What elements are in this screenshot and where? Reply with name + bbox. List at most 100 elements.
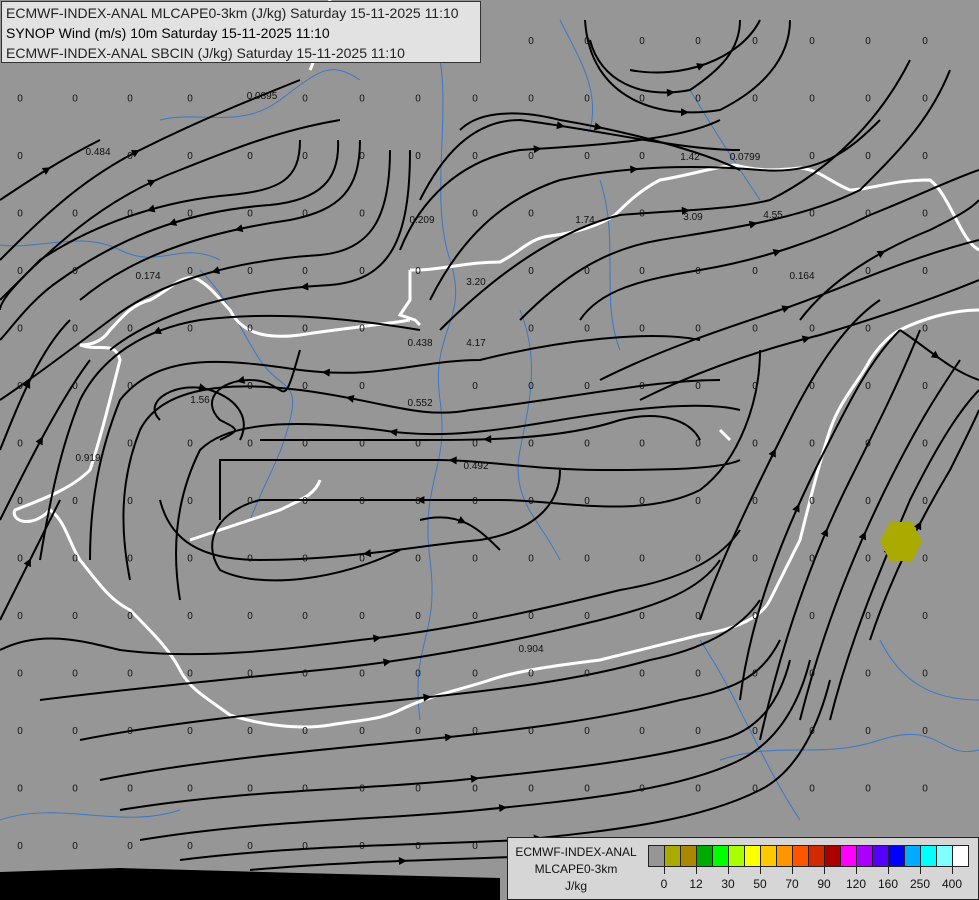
legend-tick-label: 50	[753, 877, 767, 891]
legend-tick-mark	[920, 867, 921, 874]
cin-zero-label: 0	[302, 439, 308, 450]
cin-zero-label: 0	[639, 324, 645, 335]
wind-arrow-icon	[498, 804, 508, 813]
cin-zero-label: 0	[865, 151, 871, 162]
cin-zero-label: 0	[865, 611, 871, 622]
cin-zero-label: 0	[865, 726, 871, 737]
cin-zero-label: 0	[247, 784, 253, 795]
cin-zero-label: 0	[359, 209, 365, 220]
cin-zero-label: 0	[528, 381, 534, 392]
cin-zero-label: 0	[247, 841, 253, 852]
cin-zero-label: 0	[922, 209, 928, 220]
cin-zero-label: 0	[187, 209, 193, 220]
cin-zero-label: 0	[584, 381, 590, 392]
streamline	[260, 415, 701, 442]
cin-zero-label: 0	[865, 381, 871, 392]
legend-swatch	[857, 846, 873, 866]
cin-zero-label: 0	[922, 36, 928, 47]
cin-zero-label: 0	[472, 151, 478, 162]
cin-zero-label: 0	[922, 726, 928, 737]
cin-zero-label: 0	[695, 94, 701, 105]
streamline	[739, 329, 901, 701]
cin-zero-label: 0	[752, 554, 758, 565]
cin-zero-label: 0	[584, 266, 590, 277]
cin-zero-label: 0	[922, 439, 928, 450]
cin-zero-label: 0	[584, 151, 590, 162]
cin-zero-label: 0	[72, 611, 78, 622]
cin-zero-label: 0	[302, 726, 308, 737]
cin-zero-label: 0	[359, 669, 365, 680]
streamline	[799, 199, 979, 321]
cin-zero-label: 0	[359, 496, 365, 507]
cin-zero-label: 0	[752, 381, 758, 392]
cin-zero-label: 0	[809, 94, 815, 105]
cin-zero-label: 0	[695, 324, 701, 335]
cin-zero-label: 0	[127, 324, 133, 335]
cin-zero-label: 0	[922, 266, 928, 277]
cin-zero-label: 0	[472, 94, 478, 105]
wind-arrow-icon	[321, 368, 330, 377]
cin-zero-label: 0	[809, 669, 815, 680]
cin-zero-label: 0	[187, 726, 193, 737]
cin-zero-label: 0	[359, 611, 365, 622]
streamline	[589, 19, 741, 94]
wind-arrow-icon	[444, 733, 454, 742]
cin-zero-label: 0	[302, 266, 308, 277]
color-legend: ECMWF-INDEX-ANAL MLCAPE0-3km J/kg 0 12 30 5…	[507, 837, 979, 900]
cin-zero-label: 0	[127, 209, 133, 220]
cin-zero-label: 0	[528, 669, 534, 680]
cin-zero-label: 0	[865, 324, 871, 335]
wind-arrow-icon	[470, 774, 480, 783]
cin-zero-label: 0	[809, 439, 815, 450]
cin-zero-label: 0	[415, 669, 421, 680]
cin-zero-label: 0	[415, 726, 421, 737]
legend-tick-mark	[696, 867, 697, 874]
cin-zero-label: 0	[359, 439, 365, 450]
cin-zero-label: 0	[415, 554, 421, 565]
wind-arrow-icon	[457, 516, 467, 524]
cin-zero-label: 0	[809, 381, 815, 392]
cin-value-label: 0.174	[135, 271, 160, 282]
wind-arrow-icon	[781, 305, 791, 313]
cin-zero-label: 0	[752, 94, 758, 105]
cin-zero-label: 0	[865, 94, 871, 105]
cin-zero-label: 0	[127, 841, 133, 852]
cin-zero-label: 0	[809, 36, 815, 47]
cin-zero-label: 0	[865, 784, 871, 795]
legend-swatch	[937, 846, 953, 866]
cin-zero-label: 0	[302, 554, 308, 565]
cin-zero-label: 0	[187, 324, 193, 335]
cin-zero-label: 0	[528, 439, 534, 450]
cin-zero-label: 0	[865, 554, 871, 565]
cin-zero-label: 0	[752, 266, 758, 277]
cin-zero-label: 0	[127, 439, 133, 450]
cin-zero-label: 0	[127, 496, 133, 507]
cin-zero-label: 0	[359, 151, 365, 162]
legend-ticks: 0 12 30 50 70 90 120 160 250 400	[648, 867, 978, 897]
cin-zero-label: 0	[127, 611, 133, 622]
streamline	[584, 19, 791, 114]
legend-swatch	[889, 846, 905, 866]
streamline	[0, 529, 741, 656]
cin-zero-label: 0	[127, 669, 133, 680]
cin-zero-label: 0	[528, 36, 534, 47]
wind-arrow-icon	[372, 634, 382, 643]
cin-zero-label: 0	[187, 496, 193, 507]
wind-arrow-icon	[680, 108, 690, 117]
cin-zero-label: 0	[359, 841, 365, 852]
cin-zero-label: 0	[17, 841, 23, 852]
legend-tick-mark	[824, 867, 825, 874]
header-line-cin: ECMWF-INDEX-ANAL SBCIN (J/kg) Saturday 1…	[6, 45, 405, 61]
legend-tick-label: 250	[909, 877, 931, 891]
cin-zero-label: 0	[302, 381, 308, 392]
streamline	[799, 359, 961, 721]
cin-zero-label: 0	[809, 784, 815, 795]
cin-zero-label: 0	[809, 151, 815, 162]
cin-value-label: 0.484	[85, 147, 110, 158]
cin-value-label: 4.55	[763, 210, 783, 221]
cin-zero-label: 0	[528, 784, 534, 795]
cin-zero-label: 0	[187, 266, 193, 277]
cin-zero-label: 0	[72, 94, 78, 105]
cin-zero-label: 0	[472, 611, 478, 622]
cin-zero-label: 0	[187, 669, 193, 680]
